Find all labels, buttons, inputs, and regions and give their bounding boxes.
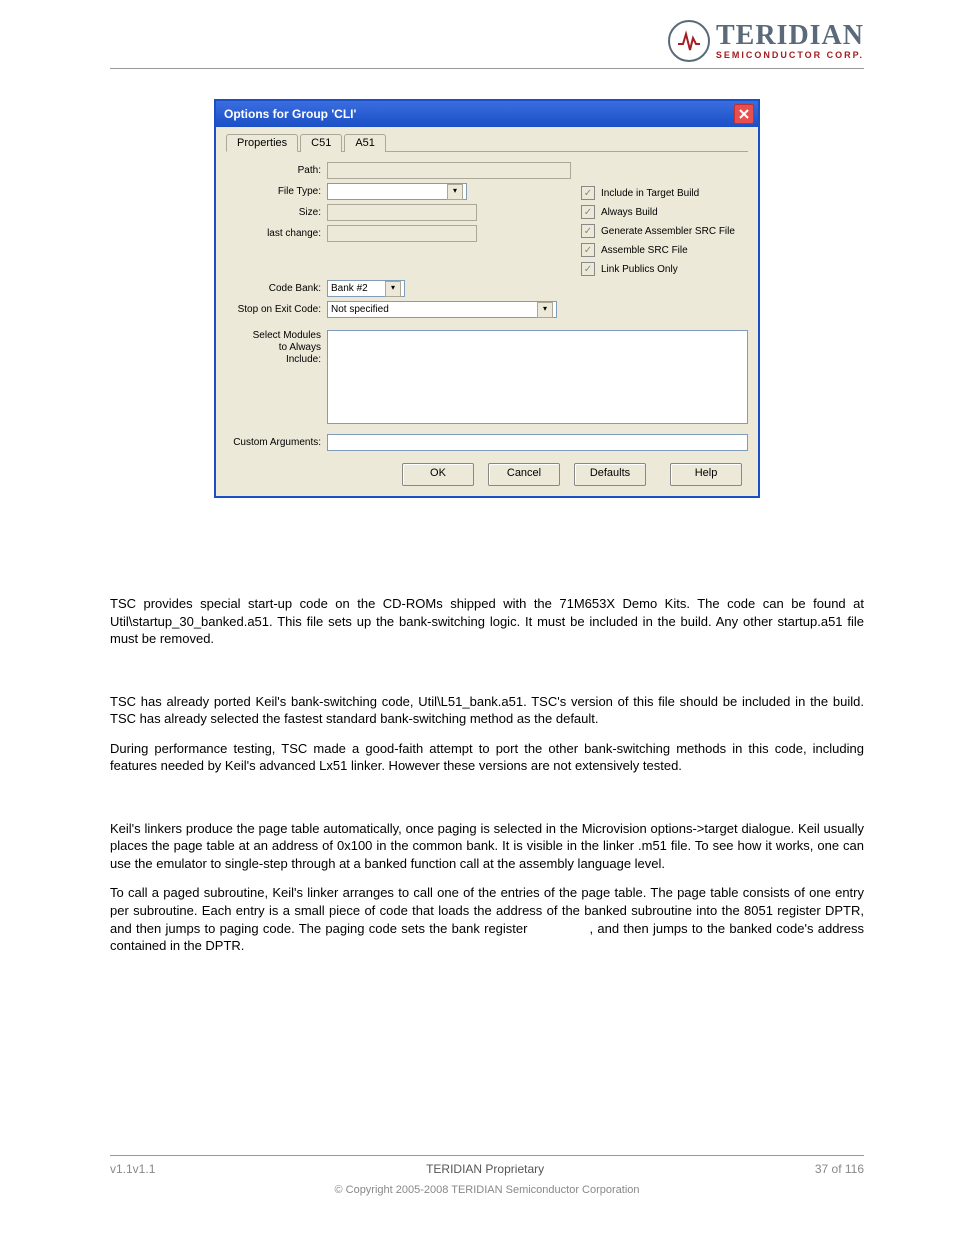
custom-args-field[interactable]	[327, 434, 748, 451]
heading-startup: 5.3.3.3 Startup Code with Banking	[110, 578, 864, 593]
file-type-select[interactable]: ▾	[327, 183, 467, 200]
cb-label: Assemble SRC File	[601, 245, 688, 256]
page-footer: v1.1v1.1 TERIDIAN Proprietary 37 of 116	[110, 1155, 864, 1176]
header-rule	[110, 68, 864, 69]
page-header: TERIDIAN SEMICONDUCTOR CORP.	[110, 20, 864, 62]
options-dialog: Options for Group 'CLI' Properties C51 A…	[214, 99, 760, 498]
always-build-row[interactable]: ✓ Always Build	[581, 205, 748, 219]
tabs: Properties C51 A51	[226, 133, 748, 152]
chevron-down-icon: ▾	[385, 281, 401, 297]
cb-label: Always Build	[601, 207, 658, 218]
size-field	[327, 204, 477, 221]
help-button[interactable]: Help	[670, 463, 742, 486]
cancel-button[interactable]: Cancel	[488, 463, 560, 486]
paragraph: TSC provides special start-up code on th…	[110, 595, 864, 648]
footer-left: v1.1v1.1	[110, 1162, 155, 1176]
paragraph: TSC has already ported Keil's bank-switc…	[110, 693, 864, 728]
code-bank-select[interactable]: Bank #2 ▾	[327, 280, 405, 297]
footer-right: 37 of 116	[815, 1162, 864, 1176]
code-bank-label: Code Bank:	[226, 283, 327, 294]
defaults-button[interactable]: Defaults	[574, 463, 646, 486]
assemble-src-row[interactable]: ✓ Assemble SRC File	[581, 243, 748, 257]
last-change-label: last change:	[226, 228, 327, 239]
last-change-field	[327, 225, 477, 242]
code-bank-value: Bank #2	[331, 283, 368, 294]
close-icon[interactable]	[734, 104, 754, 124]
paragraph: During performance testing, TSC made a g…	[110, 740, 864, 775]
checkbox-icon: ✓	[581, 224, 595, 238]
cb-label: Link Publics Only	[601, 264, 678, 275]
title-bar: Options for Group 'CLI'	[216, 101, 758, 127]
custom-args-label: Custom Arguments:	[226, 437, 327, 448]
path-label: Path:	[226, 165, 327, 176]
include-target-row[interactable]: ✓ Include in Target Build	[581, 186, 748, 200]
select-modules-area[interactable]	[327, 330, 748, 424]
select-modules-label: Select Modules to Always Include:	[226, 330, 327, 366]
tab-c51[interactable]: C51	[300, 134, 342, 152]
footer-center: TERIDIAN Proprietary	[155, 1162, 814, 1176]
gen-asm-row[interactable]: ✓ Generate Assembler SRC File	[581, 224, 748, 238]
logo-sub: SEMICONDUCTOR CORP.	[716, 50, 864, 60]
path-field	[327, 162, 571, 179]
link-publics-row[interactable]: ✓ Link Publics Only	[581, 262, 748, 276]
stop-exit-label: Stop on Exit Code:	[226, 304, 327, 315]
logo-icon	[668, 20, 710, 62]
tab-properties[interactable]: Properties	[226, 134, 298, 152]
logo-name: TERIDIAN	[716, 22, 864, 50]
chevron-down-icon: ▾	[537, 302, 553, 318]
checkbox-icon: ✓	[581, 205, 595, 219]
stop-exit-select[interactable]: Not specified ▾	[327, 301, 557, 318]
dialog-title: Options for Group 'CLI'	[224, 107, 356, 121]
paragraph: To call a paged subroutine, Keil's linke…	[110, 884, 864, 954]
size-label: Size:	[226, 207, 327, 218]
chevron-down-icon: ▾	[447, 184, 463, 200]
checkbox-icon: ✓	[581, 186, 595, 200]
stop-exit-value: Not specified	[331, 304, 389, 315]
paragraph: Keil's linkers produce the page table au…	[110, 820, 864, 873]
file-type-label: File Type:	[226, 186, 327, 197]
heading-page-table: 5.3.3.5 Page Table	[110, 803, 864, 818]
heading-bank-switch: 5.3.3.4 Bank-Switching Code	[110, 676, 864, 691]
copyright: © Copyright 2005-2008 TERIDIAN Semicondu…	[110, 1184, 864, 1196]
checkbox-icon: ✓	[581, 262, 595, 276]
checkbox-icon: ✓	[581, 243, 595, 257]
ok-button[interactable]: OK	[402, 463, 474, 486]
cb-label: Generate Assembler SRC File	[601, 226, 735, 237]
cb-label: Include in Target Build	[601, 188, 699, 199]
tab-a51[interactable]: A51	[344, 134, 386, 152]
logo: TERIDIAN SEMICONDUCTOR CORP.	[668, 20, 864, 62]
